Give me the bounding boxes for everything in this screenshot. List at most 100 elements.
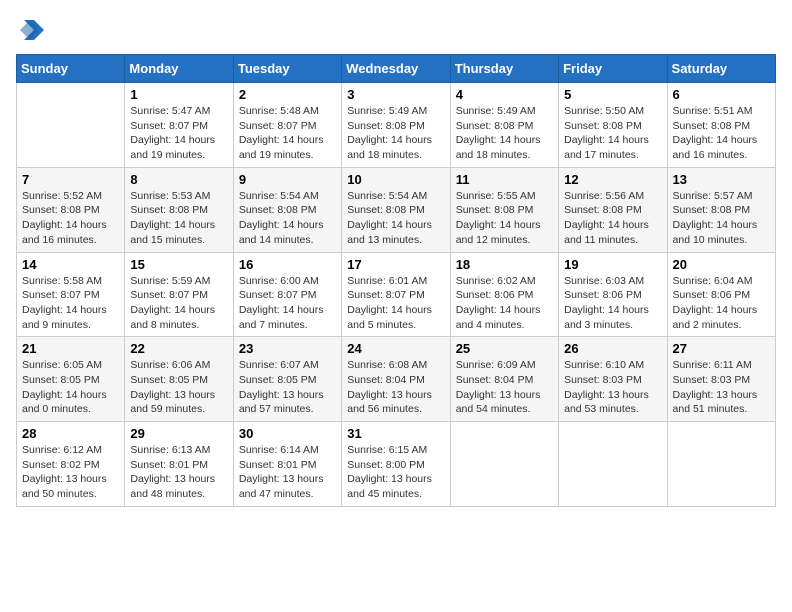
cell-content: Sunrise: 6:03 AMSunset: 8:06 PMDaylight:… bbox=[564, 274, 661, 333]
cell-content: Sunrise: 5:54 AMSunset: 8:08 PMDaylight:… bbox=[239, 189, 336, 248]
day-number: 15 bbox=[130, 257, 227, 272]
weekday-header-wednesday: Wednesday bbox=[342, 55, 450, 83]
cell-content: Sunrise: 6:02 AMSunset: 8:06 PMDaylight:… bbox=[456, 274, 553, 333]
weekday-header-friday: Friday bbox=[559, 55, 667, 83]
header bbox=[16, 16, 776, 44]
day-number: 11 bbox=[456, 172, 553, 187]
calendar-week-row: 14 Sunrise: 5:58 AMSunset: 8:07 PMDayligh… bbox=[17, 252, 776, 337]
cell-content: Sunrise: 5:48 AMSunset: 8:07 PMDaylight:… bbox=[239, 104, 336, 163]
cell-content: Sunrise: 6:15 AMSunset: 8:00 PMDaylight:… bbox=[347, 443, 444, 502]
day-number: 2 bbox=[239, 87, 336, 102]
day-number: 19 bbox=[564, 257, 661, 272]
calendar-cell: 20Sunrise: 6:04 AMSunset: 8:06 PMDayligh… bbox=[667, 252, 775, 337]
day-number: 7 bbox=[22, 172, 119, 187]
calendar-cell bbox=[17, 83, 125, 168]
cell-content: Sunrise: 5:58 AMSunset: 8:07 PMDaylight:… bbox=[22, 274, 119, 333]
cell-content: Sunrise: 5:51 AMSunset: 8:08 PMDaylight:… bbox=[673, 104, 770, 163]
calendar-week-row: 7 Sunrise: 5:52 AMSunset: 8:08 PMDaylight… bbox=[17, 167, 776, 252]
day-number: 29 bbox=[130, 426, 227, 441]
calendar-cell: 10Sunrise: 5:54 AMSunset: 8:08 PMDayligh… bbox=[342, 167, 450, 252]
calendar-cell: 13Sunrise: 5:57 AMSunset: 8:08 PMDayligh… bbox=[667, 167, 775, 252]
day-number: 3 bbox=[347, 87, 444, 102]
calendar-cell: 21 Sunrise: 6:05 AMSunset: 8:05 PMDayligh… bbox=[17, 337, 125, 422]
day-number: 31 bbox=[347, 426, 444, 441]
day-number: 21 bbox=[22, 341, 119, 356]
day-number: 30 bbox=[239, 426, 336, 441]
day-number: 16 bbox=[239, 257, 336, 272]
day-number: 27 bbox=[673, 341, 770, 356]
calendar-cell: 16 Sunrise: 6:00 AMSunset: 8:07 PMDayligh… bbox=[233, 252, 341, 337]
cell-content: Sunrise: 5:55 AMSunset: 8:08 PMDaylight:… bbox=[456, 189, 553, 248]
day-number: 5 bbox=[564, 87, 661, 102]
weekday-header-saturday: Saturday bbox=[667, 55, 775, 83]
weekday-header-thursday: Thursday bbox=[450, 55, 558, 83]
day-number: 24 bbox=[347, 341, 444, 356]
cell-content: Sunrise: 6:04 AMSunset: 8:06 PMDaylight:… bbox=[673, 274, 770, 333]
day-number: 25 bbox=[456, 341, 553, 356]
calendar-cell: 12 Sunrise: 5:56 AMSunset: 8:08 PMDayligh… bbox=[559, 167, 667, 252]
cell-content: Sunrise: 6:07 AMSunset: 8:05 PMDaylight:… bbox=[239, 358, 336, 417]
calendar-week-row: 21 Sunrise: 6:05 AMSunset: 8:05 PMDayligh… bbox=[17, 337, 776, 422]
calendar-cell: 25 Sunrise: 6:09 AMSunset: 8:04 PMDayligh… bbox=[450, 337, 558, 422]
calendar-cell: 14 Sunrise: 5:58 AMSunset: 8:07 PMDayligh… bbox=[17, 252, 125, 337]
calendar-cell: 23 Sunrise: 6:07 AMSunset: 8:05 PMDayligh… bbox=[233, 337, 341, 422]
calendar-table: SundayMondayTuesdayWednesdayThursdayFrid… bbox=[16, 54, 776, 507]
calendar-cell: 5 Sunrise: 5:50 AMSunset: 8:08 PMDaylight… bbox=[559, 83, 667, 168]
calendar-cell: 9 Sunrise: 5:54 AMSunset: 8:08 PMDaylight… bbox=[233, 167, 341, 252]
day-number: 13 bbox=[673, 172, 770, 187]
cell-content: Sunrise: 5:56 AMSunset: 8:08 PMDaylight:… bbox=[564, 189, 661, 248]
logo-icon bbox=[16, 16, 44, 44]
calendar-cell: 6Sunrise: 5:51 AMSunset: 8:08 PMDaylight… bbox=[667, 83, 775, 168]
cell-content: Sunrise: 5:50 AMSunset: 8:08 PMDaylight:… bbox=[564, 104, 661, 163]
calendar-cell: 22 Sunrise: 6:06 AMSunset: 8:05 PMDayligh… bbox=[125, 337, 233, 422]
cell-content: Sunrise: 5:47 AMSunset: 8:07 PMDaylight:… bbox=[130, 104, 227, 163]
cell-content: Sunrise: 5:49 AMSunset: 8:08 PMDaylight:… bbox=[456, 104, 553, 163]
calendar-cell: 3Sunrise: 5:49 AMSunset: 8:08 PMDaylight… bbox=[342, 83, 450, 168]
calendar-cell: 26 Sunrise: 6:10 AMSunset: 8:03 PMDayligh… bbox=[559, 337, 667, 422]
calendar-cell: 4 Sunrise: 5:49 AMSunset: 8:08 PMDaylight… bbox=[450, 83, 558, 168]
cell-content: Sunrise: 6:13 AMSunset: 8:01 PMDaylight:… bbox=[130, 443, 227, 502]
weekday-header-monday: Monday bbox=[125, 55, 233, 83]
calendar-cell: 19 Sunrise: 6:03 AMSunset: 8:06 PMDayligh… bbox=[559, 252, 667, 337]
day-number: 26 bbox=[564, 341, 661, 356]
calendar-cell: 15 Sunrise: 5:59 AMSunset: 8:07 PMDayligh… bbox=[125, 252, 233, 337]
cell-content: Sunrise: 6:09 AMSunset: 8:04 PMDaylight:… bbox=[456, 358, 553, 417]
day-number: 8 bbox=[130, 172, 227, 187]
cell-content: Sunrise: 6:06 AMSunset: 8:05 PMDaylight:… bbox=[130, 358, 227, 417]
cell-content: Sunrise: 5:59 AMSunset: 8:07 PMDaylight:… bbox=[130, 274, 227, 333]
calendar-cell: 8 Sunrise: 5:53 AMSunset: 8:08 PMDaylight… bbox=[125, 167, 233, 252]
cell-content: Sunrise: 6:08 AMSunset: 8:04 PMDaylight:… bbox=[347, 358, 444, 417]
day-number: 17 bbox=[347, 257, 444, 272]
day-number: 9 bbox=[239, 172, 336, 187]
cell-content: Sunrise: 5:53 AMSunset: 8:08 PMDaylight:… bbox=[130, 189, 227, 248]
cell-content: Sunrise: 6:00 AMSunset: 8:07 PMDaylight:… bbox=[239, 274, 336, 333]
calendar-cell: 28 Sunrise: 6:12 AMSunset: 8:02 PMDayligh… bbox=[17, 422, 125, 507]
calendar-cell bbox=[450, 422, 558, 507]
calendar-week-row: 1 Sunrise: 5:47 AMSunset: 8:07 PMDaylight… bbox=[17, 83, 776, 168]
day-number: 22 bbox=[130, 341, 227, 356]
day-number: 4 bbox=[456, 87, 553, 102]
cell-content: Sunrise: 6:10 AMSunset: 8:03 PMDaylight:… bbox=[564, 358, 661, 417]
weekday-header-sunday: Sunday bbox=[17, 55, 125, 83]
day-number: 23 bbox=[239, 341, 336, 356]
calendar-cell: 31 Sunrise: 6:15 AMSunset: 8:00 PMDayligh… bbox=[342, 422, 450, 507]
cell-content: Sunrise: 6:11 AMSunset: 8:03 PMDaylight:… bbox=[673, 358, 770, 417]
day-number: 14 bbox=[22, 257, 119, 272]
day-number: 1 bbox=[130, 87, 227, 102]
calendar-cell bbox=[559, 422, 667, 507]
cell-content: Sunrise: 6:12 AMSunset: 8:02 PMDaylight:… bbox=[22, 443, 119, 502]
calendar-cell: 7 Sunrise: 5:52 AMSunset: 8:08 PMDaylight… bbox=[17, 167, 125, 252]
calendar-cell: 24 Sunrise: 6:08 AMSunset: 8:04 PMDayligh… bbox=[342, 337, 450, 422]
cell-content: Sunrise: 6:01 AMSunset: 8:07 PMDaylight:… bbox=[347, 274, 444, 333]
day-number: 28 bbox=[22, 426, 119, 441]
weekday-header-row: SundayMondayTuesdayWednesdayThursdayFrid… bbox=[17, 55, 776, 83]
calendar-cell: 27 Sunrise: 6:11 AMSunset: 8:03 PMDayligh… bbox=[667, 337, 775, 422]
calendar-cell: 2 Sunrise: 5:48 AMSunset: 8:07 PMDaylight… bbox=[233, 83, 341, 168]
cell-content: Sunrise: 6:05 AMSunset: 8:05 PMDaylight:… bbox=[22, 358, 119, 417]
cell-content: Sunrise: 5:54 AMSunset: 8:08 PMDaylight:… bbox=[347, 189, 444, 248]
cell-content: Sunrise: 5:52 AMSunset: 8:08 PMDaylight:… bbox=[22, 189, 119, 248]
calendar-cell: 30Sunrise: 6:14 AMSunset: 8:01 PMDayligh… bbox=[233, 422, 341, 507]
day-number: 12 bbox=[564, 172, 661, 187]
calendar-week-row: 28 Sunrise: 6:12 AMSunset: 8:02 PMDayligh… bbox=[17, 422, 776, 507]
logo bbox=[16, 16, 48, 44]
